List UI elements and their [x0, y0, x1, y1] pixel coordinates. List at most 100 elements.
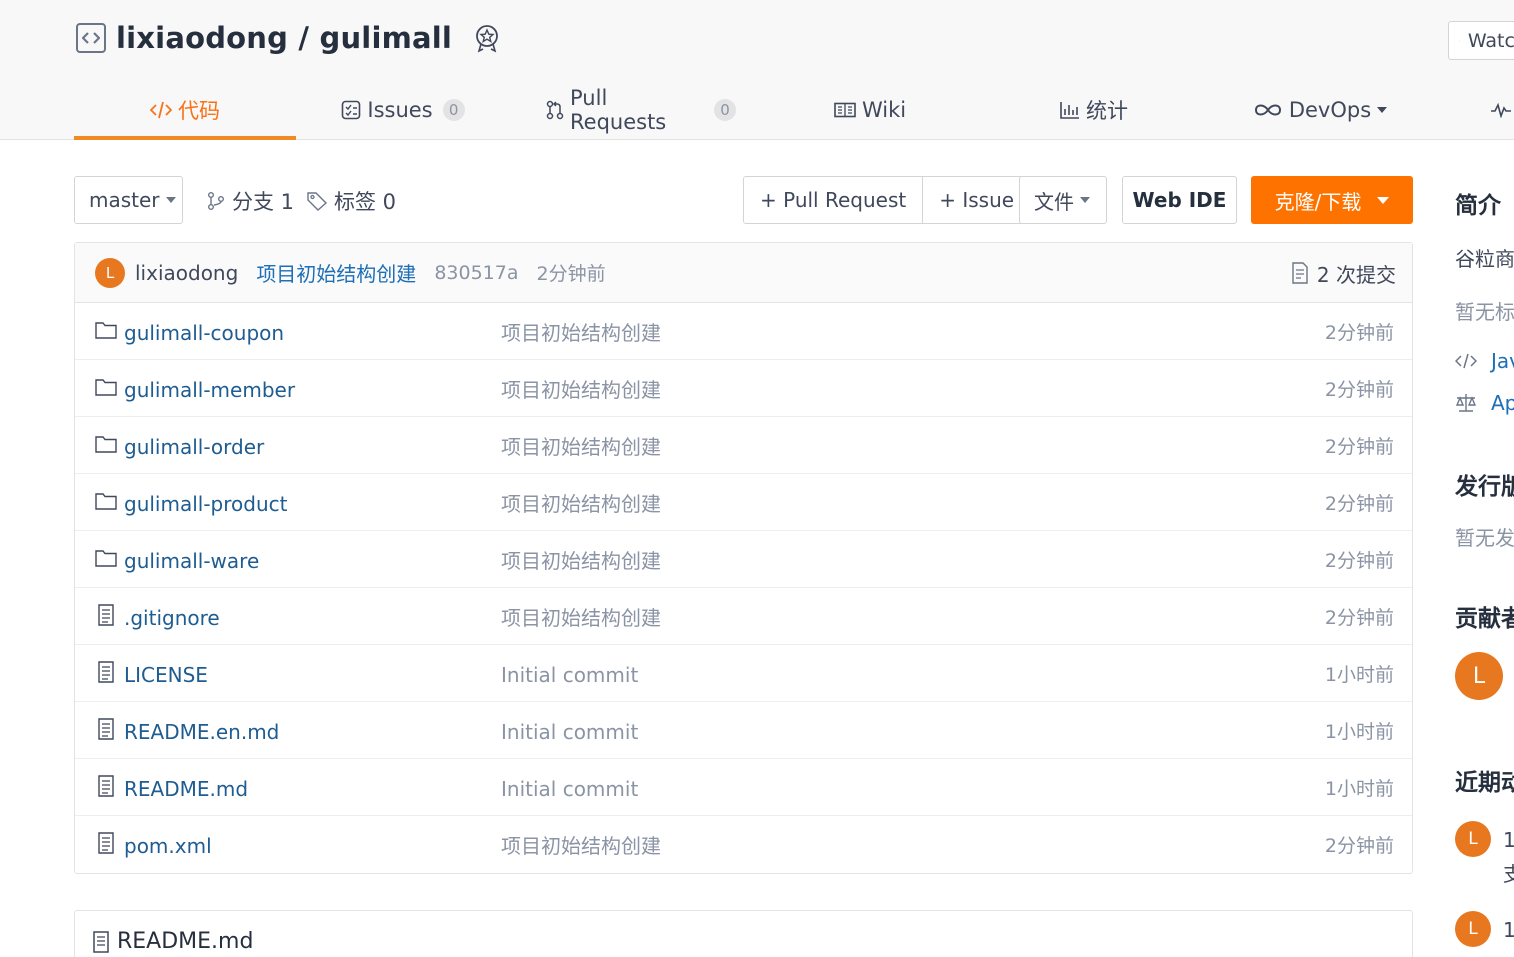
commit-author[interactable]: lixiaodong — [135, 261, 238, 285]
avatar[interactable]: L — [1455, 652, 1503, 700]
branch-select[interactable]: master — [74, 176, 183, 224]
branches-link[interactable]: 分支 1 — [206, 186, 294, 216]
file-commit-time: 1小时前 — [1324, 778, 1394, 800]
release-heading: 发行版 — [1455, 474, 1514, 500]
new-issue-button[interactable]: + Issue — [922, 177, 1030, 223]
file-commit-message[interactable]: Initial commit — [501, 702, 638, 759]
table-row: README.md Initial commit 1小时前 — [75, 759, 1412, 816]
tab-code[interactable]: 代码 — [74, 80, 296, 140]
tab-pull-requests[interactable]: Pull Requests 0 — [546, 80, 736, 140]
tab-stats[interactable]: 统计 — [1058, 80, 1130, 140]
file-commit-message[interactable]: Initial commit — [501, 645, 638, 702]
avatar[interactable]: L — [95, 257, 125, 288]
repo-tabs: 代码 Issues 0 Pull Requests 0 Wiki 统计 DevO… — [74, 80, 1514, 140]
file-commit-time: 2分钟前 — [1324, 436, 1394, 458]
code-icon — [150, 101, 172, 119]
repo-name-link[interactable]: gulimall — [320, 21, 453, 55]
file-commit-message[interactable]: 项目初始结构创建 — [501, 474, 661, 531]
file-commit-message[interactable]: 项目初始结构创建 — [501, 303, 661, 360]
commit-message-link[interactable]: 项目初始结构创建 — [256, 258, 416, 287]
language-label: Jav — [1491, 349, 1514, 373]
tab-issues-label: Issues — [367, 98, 433, 122]
file-commit-message[interactable]: 项目初始结构创建 — [501, 531, 661, 588]
file-name-link[interactable]: LICENSE — [124, 645, 208, 702]
commit-count-link[interactable]: 2 次提交 — [1291, 243, 1396, 303]
avatar[interactable]: L — [1455, 821, 1491, 857]
latest-commit-bar: L lixiaodong 项目初始结构创建 830517a 2分钟前 2 次提交 — [75, 243, 1412, 303]
file-icon — [95, 604, 117, 626]
tag-icon — [307, 192, 328, 211]
watch-button[interactable]: Watch — [1448, 21, 1514, 60]
eye-icon — [1459, 40, 1460, 41]
table-row: README.en.md Initial commit 1小时前 — [75, 702, 1412, 759]
avatar[interactable]: L — [1455, 911, 1491, 947]
file-commit-time: 2分钟前 — [1324, 550, 1394, 572]
language-link[interactable]: Jav — [1455, 349, 1514, 373]
table-row: pom.xml 项目初始结构创建 2分钟前 — [75, 816, 1412, 873]
clone-download-label: 克隆/下载 — [1274, 189, 1362, 214]
file-commit-message[interactable]: Initial commit — [501, 759, 638, 816]
web-ide-button[interactable]: Web IDE — [1122, 176, 1237, 224]
folder-icon — [95, 319, 117, 341]
tab-devops[interactable]: DevOps — [1252, 80, 1388, 140]
commit-time: 2分钟前 — [536, 263, 606, 285]
tab-devops-label: DevOps — [1288, 98, 1372, 122]
recommended-badge-icon — [476, 25, 498, 53]
watch-label: Watch — [1467, 29, 1514, 52]
folder-icon — [95, 490, 117, 512]
readme-panel: README.md — [74, 910, 1413, 957]
file-commit-time: 2分钟前 — [1324, 379, 1394, 401]
repo-owner-link[interactable]: lixiaodong — [116, 21, 288, 55]
file-name-link[interactable]: .gitignore — [124, 588, 220, 645]
folder-icon — [95, 547, 117, 569]
tab-wiki[interactable]: Wiki — [834, 80, 906, 140]
file-list: gulimall-coupon 项目初始结构创建 2分钟前 gulimall-memb… — [75, 303, 1412, 873]
tab-stats-label: 统计 — [1086, 99, 1128, 123]
repo-header: lixiaodong / gulimall Watch 代码 Issues 0 — [0, 0, 1514, 140]
activity-item-text: 1 — [1503, 918, 1514, 942]
intro-text: 谷粒商 — [1455, 247, 1514, 271]
activity-item-text: 1 — [1503, 828, 1514, 852]
tab-wiki-label: Wiki — [861, 98, 907, 122]
file-name-link[interactable]: gulimall-ware — [124, 531, 259, 588]
file-commit-message[interactable]: 项目初始结构创建 — [501, 816, 661, 873]
issues-icon — [341, 100, 361, 120]
file-name-link[interactable]: gulimall-product — [124, 474, 287, 531]
file-commit-message[interactable]: 项目初始结构创建 — [501, 417, 661, 474]
file-commit-message[interactable]: 项目初始结构创建 — [501, 588, 661, 645]
file-menu-button[interactable]: 文件 — [1019, 176, 1107, 224]
file-name-link[interactable]: README.en.md — [124, 702, 279, 759]
stats-icon — [1060, 101, 1080, 119]
file-name-link[interactable]: pom.xml — [124, 816, 212, 873]
file-name-link[interactable]: gulimall-order — [124, 417, 264, 474]
scale-icon — [1455, 394, 1477, 412]
file-menu-label: 文件 — [1034, 189, 1074, 214]
repo-full-name[interactable]: lixiaodong / gulimall — [116, 21, 452, 55]
chevron-down-icon — [1377, 107, 1388, 113]
no-release-text: 暂无发 — [1455, 526, 1514, 550]
file-name-link[interactable]: gulimall-coupon — [124, 303, 284, 360]
tab-code-label: 代码 — [178, 99, 220, 123]
commit-sha[interactable]: 830517a — [434, 262, 518, 284]
table-row: gulimall-ware 项目初始结构创建 2分钟前 — [75, 531, 1412, 588]
file-commit-time: 1小时前 — [1324, 664, 1394, 686]
tab-issues[interactable]: Issues 0 — [338, 80, 468, 140]
file-commit-message[interactable]: 项目初始结构创建 — [501, 360, 661, 417]
file-name-link[interactable]: README.md — [124, 759, 248, 816]
license-link[interactable]: Ap — [1455, 391, 1514, 415]
create-button-group: + Pull Request + Issue — [743, 176, 1032, 224]
wiki-icon — [834, 102, 856, 118]
tags-link[interactable]: 标签 0 — [306, 186, 396, 216]
activity-heading: 近期动 — [1455, 770, 1514, 796]
file-name-link[interactable]: gulimall-member — [124, 360, 295, 417]
new-pull-request-button[interactable]: + Pull Request — [744, 177, 922, 223]
tab-pull-requests-label: Pull Requests — [570, 86, 667, 134]
devops-icon — [1253, 102, 1283, 118]
clone-download-button[interactable]: 克隆/下载 — [1251, 176, 1413, 224]
activity-icon — [1491, 102, 1511, 118]
repository-icon — [76, 23, 106, 53]
branches-label: 分支 1 — [232, 190, 295, 214]
issues-count-badge: 0 — [442, 99, 465, 121]
file-commit-time: 2分钟前 — [1324, 322, 1394, 344]
tab-more[interactable] — [1491, 80, 1514, 140]
